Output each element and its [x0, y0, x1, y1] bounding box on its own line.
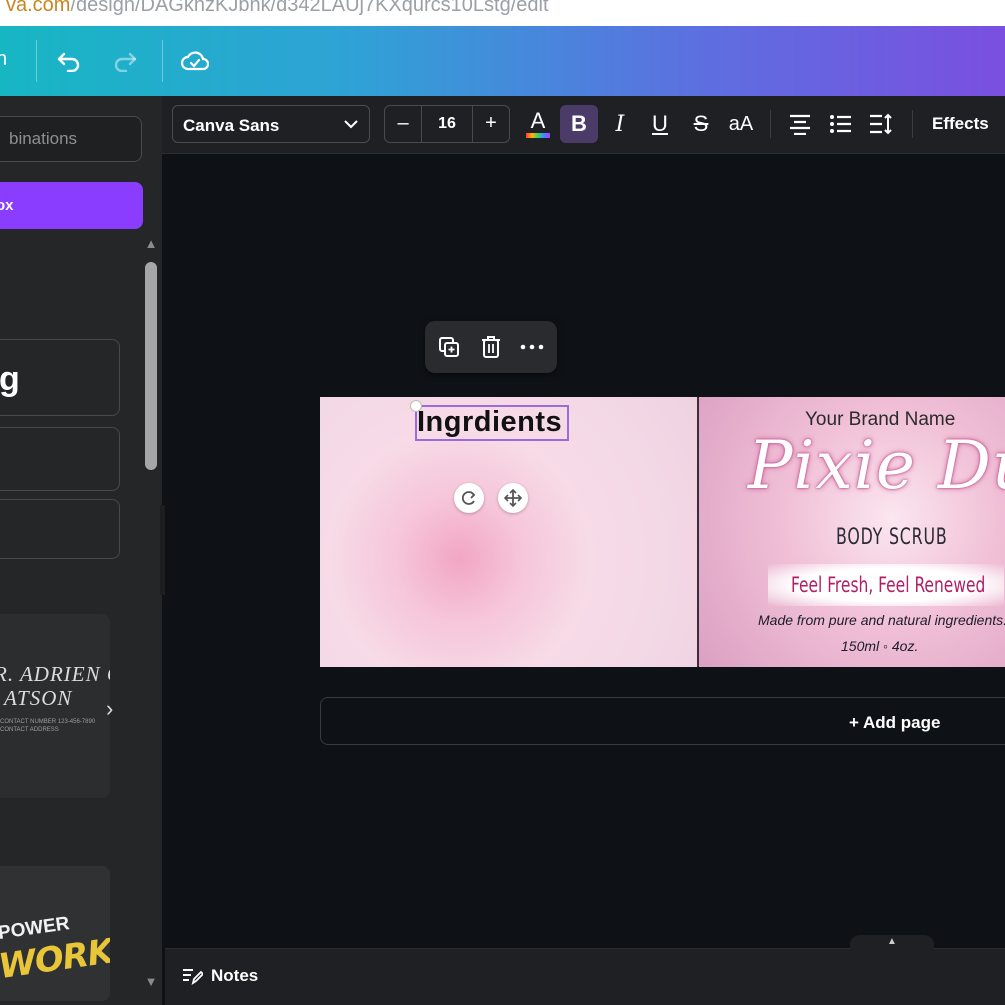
font-family-dropdown[interactable]: Canva Sans — [172, 105, 370, 143]
header-divider — [36, 40, 37, 82]
scroll-down-arrow[interactable]: ▼ — [143, 975, 159, 988]
text-style-heading[interactable]: g — [0, 339, 120, 416]
cloud-save-button[interactable] — [174, 40, 216, 82]
rotate-handle[interactable] — [454, 483, 484, 513]
product-subtitle[interactable]: BODY SCRUB — [836, 525, 948, 550]
product-title[interactable]: Pixie Dust — [748, 427, 1005, 504]
notes-icon — [183, 969, 203, 986]
align-center-icon — [790, 114, 810, 135]
text-color-letter: A — [530, 107, 546, 133]
color-bar-icon — [526, 132, 550, 138]
line-spacing-icon — [870, 113, 892, 135]
add-page-button[interactable]: + Add page — [320, 697, 1005, 745]
carousel-next-arrow[interactable]: › — [106, 696, 113, 722]
size-text[interactable]: 150ml ◦ 4oz. — [841, 638, 918, 654]
toolbar-divider — [912, 110, 913, 138]
card-name-line2: ATSON — [4, 686, 73, 710]
decrease-size-button[interactable]: – — [385, 106, 421, 142]
editor-header: n — [0, 26, 1005, 96]
underline-button[interactable]: U — [641, 105, 679, 143]
chevron-down-icon — [344, 120, 358, 129]
text-style-subheading[interactable] — [0, 427, 120, 491]
card-fine-print: CONTACT NUMBER 123-456-7890 CONTACT ADDR… — [0, 719, 96, 733]
left-side-panel: binations ox ▲ ▼ g R. ADRIEN G ATSON CON… — [0, 96, 162, 1005]
font-combination-card[interactable]: POWER WORKOUT — [0, 866, 110, 1001]
redo-icon — [114, 52, 137, 72]
font-size-input[interactable]: 16 — [421, 106, 473, 142]
more-options-button[interactable] — [514, 329, 550, 365]
toolbar-divider — [770, 110, 771, 138]
trash-icon — [482, 336, 500, 358]
header-divider — [162, 40, 163, 82]
more-icon — [520, 344, 544, 350]
undo-icon — [57, 52, 80, 72]
move-icon — [504, 489, 522, 507]
list-icon — [830, 115, 851, 133]
cloud-save-icon — [180, 51, 210, 71]
element-context-toolbar — [425, 321, 557, 373]
italic-button[interactable]: I — [601, 105, 639, 143]
ingredients-note[interactable]: Made from pure and natural ingredients. — [758, 612, 1005, 628]
text-style-body[interactable] — [0, 499, 120, 559]
delete-button[interactable] — [473, 329, 509, 365]
card-name-line1: R. ADRIEN G — [0, 662, 110, 686]
move-handle[interactable] — [498, 483, 528, 513]
design-page[interactable]: Ingrdients Your Brand Name Pixie Dust BO… — [320, 397, 1005, 667]
scroll-up-arrow[interactable]: ▲ — [143, 237, 159, 250]
url-domain: va.com — [6, 0, 71, 16]
font-size-stepper: – 16 + — [384, 105, 510, 143]
increase-size-button[interactable]: + — [473, 106, 509, 142]
align-center-button[interactable] — [781, 105, 819, 143]
font-combination-card[interactable]: R. ADRIEN G ATSON CONTACT NUMBER 123-456… — [0, 614, 110, 798]
notes-label: Notes — [211, 966, 259, 985]
add-text-box-button[interactable]: ox — [0, 182, 143, 229]
undo-button[interactable] — [48, 40, 90, 82]
ingredients-text[interactable]: Ingrdients — [417, 406, 562, 439]
panel-scrollbar[interactable] — [145, 262, 157, 470]
address-bar[interactable]: va.com/design/DAGkhzKJbnk/d342LAUj7KXqur… — [0, 0, 1005, 26]
font-family-value: Canva Sans — [183, 116, 280, 135]
duplicate-icon — [439, 337, 459, 357]
search-input[interactable]: binations — [0, 116, 142, 162]
menu-label-partial[interactable]: n — [0, 48, 7, 71]
list-button[interactable] — [822, 105, 860, 143]
canva-editor: va.com/design/DAGkhzKJbnk/d342LAUj7KXqur… — [0, 0, 1005, 1005]
notes-button[interactable]: Notes — [181, 966, 258, 986]
url-path: /design/DAGkhzKJbnk/d342LAUj7KXqurcs10Ls… — [70, 0, 549, 16]
bottom-bar: ▲ Notes — [165, 935, 1005, 1005]
bold-button[interactable]: B — [560, 105, 598, 143]
heading-sample: g — [0, 360, 20, 398]
text-color-button[interactable]: A — [519, 105, 557, 143]
expand-pages-tab[interactable]: ▲ — [850, 935, 934, 951]
line-spacing-button[interactable] — [862, 105, 900, 143]
effects-button[interactable]: Effects — [932, 114, 989, 134]
strikethrough-button[interactable]: S — [682, 105, 720, 143]
text-toolbar: Canva Sans – 16 + A B I U S aA Effects — [162, 96, 1005, 154]
rotate-icon — [461, 491, 476, 505]
add-page-label: + Add page — [849, 713, 941, 732]
tagline-text[interactable]: Feel Fresh, Feel Renewed — [791, 573, 985, 597]
redo-button[interactable] — [104, 40, 146, 82]
duplicate-button[interactable] — [431, 329, 467, 365]
letter-case-button[interactable]: aA — [722, 105, 760, 143]
